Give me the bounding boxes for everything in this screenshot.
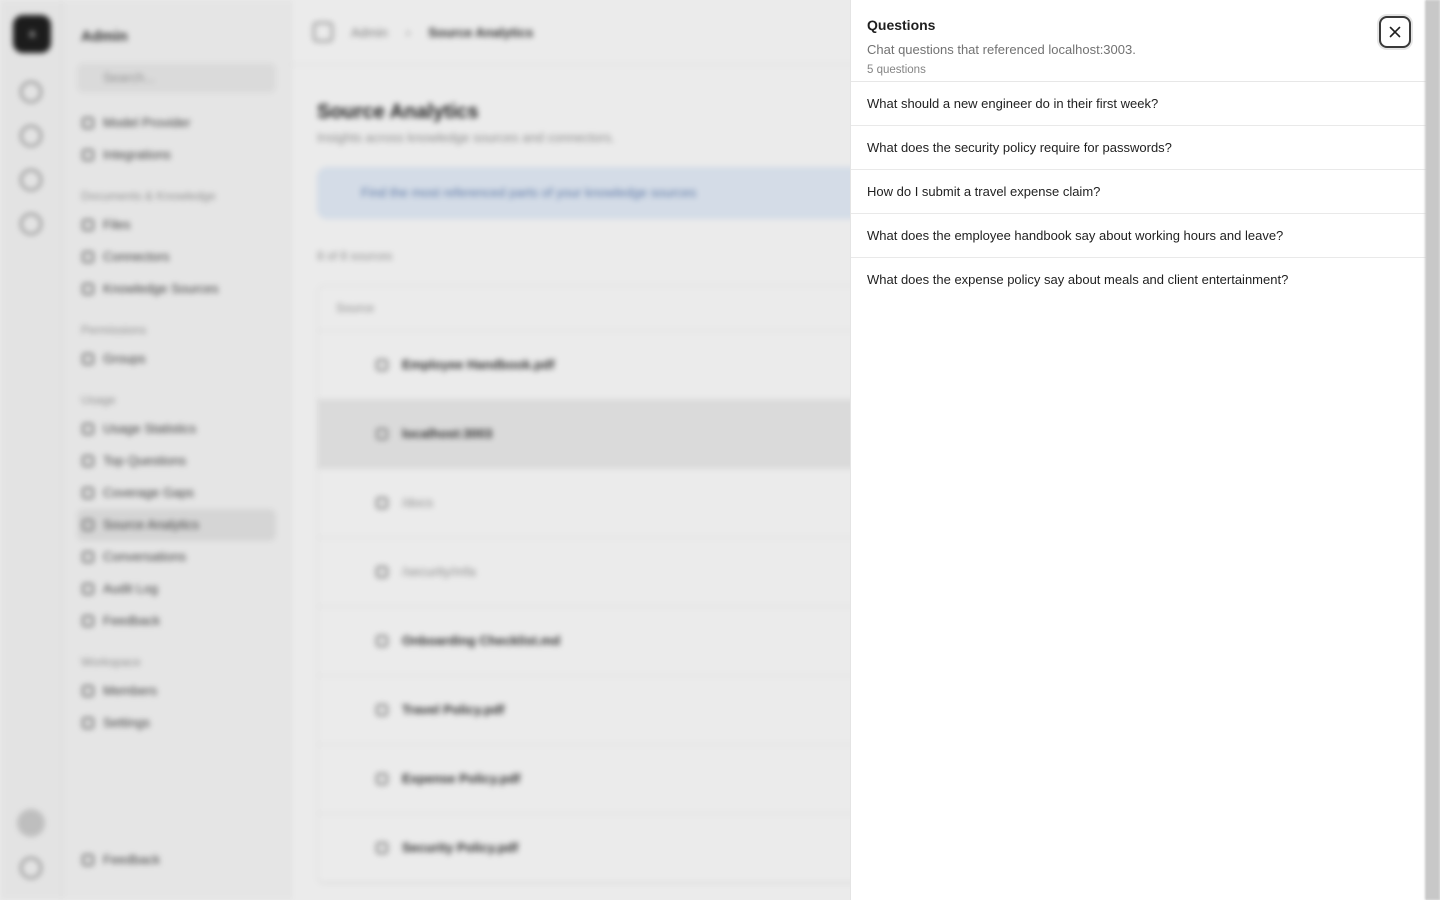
question-list: What should a new engineer do in their f… (851, 82, 1426, 302)
questions-drawer: Questions Chat questions that referenced… (850, 0, 1426, 900)
question-item[interactable]: What should a new engineer do in their f… (851, 82, 1426, 126)
question-item[interactable]: What does the security policy require fo… (851, 126, 1426, 170)
question-item[interactable]: What does the expense policy say about m… (851, 258, 1426, 302)
question-item[interactable]: What does the employee handbook say abou… (851, 214, 1426, 258)
question-count: 5 questions (867, 64, 926, 76)
close-button[interactable] (1379, 16, 1411, 48)
drawer-title: Questions (867, 17, 936, 33)
drawer-description: Chat questions that referenced localhost… (867, 42, 1136, 57)
close-icon (1389, 26, 1401, 38)
background-scrollbar-edge (1425, 0, 1440, 900)
question-item[interactable]: How do I submit a travel expense claim? (851, 170, 1426, 214)
drawer-header: Questions Chat questions that referenced… (851, 0, 1426, 82)
